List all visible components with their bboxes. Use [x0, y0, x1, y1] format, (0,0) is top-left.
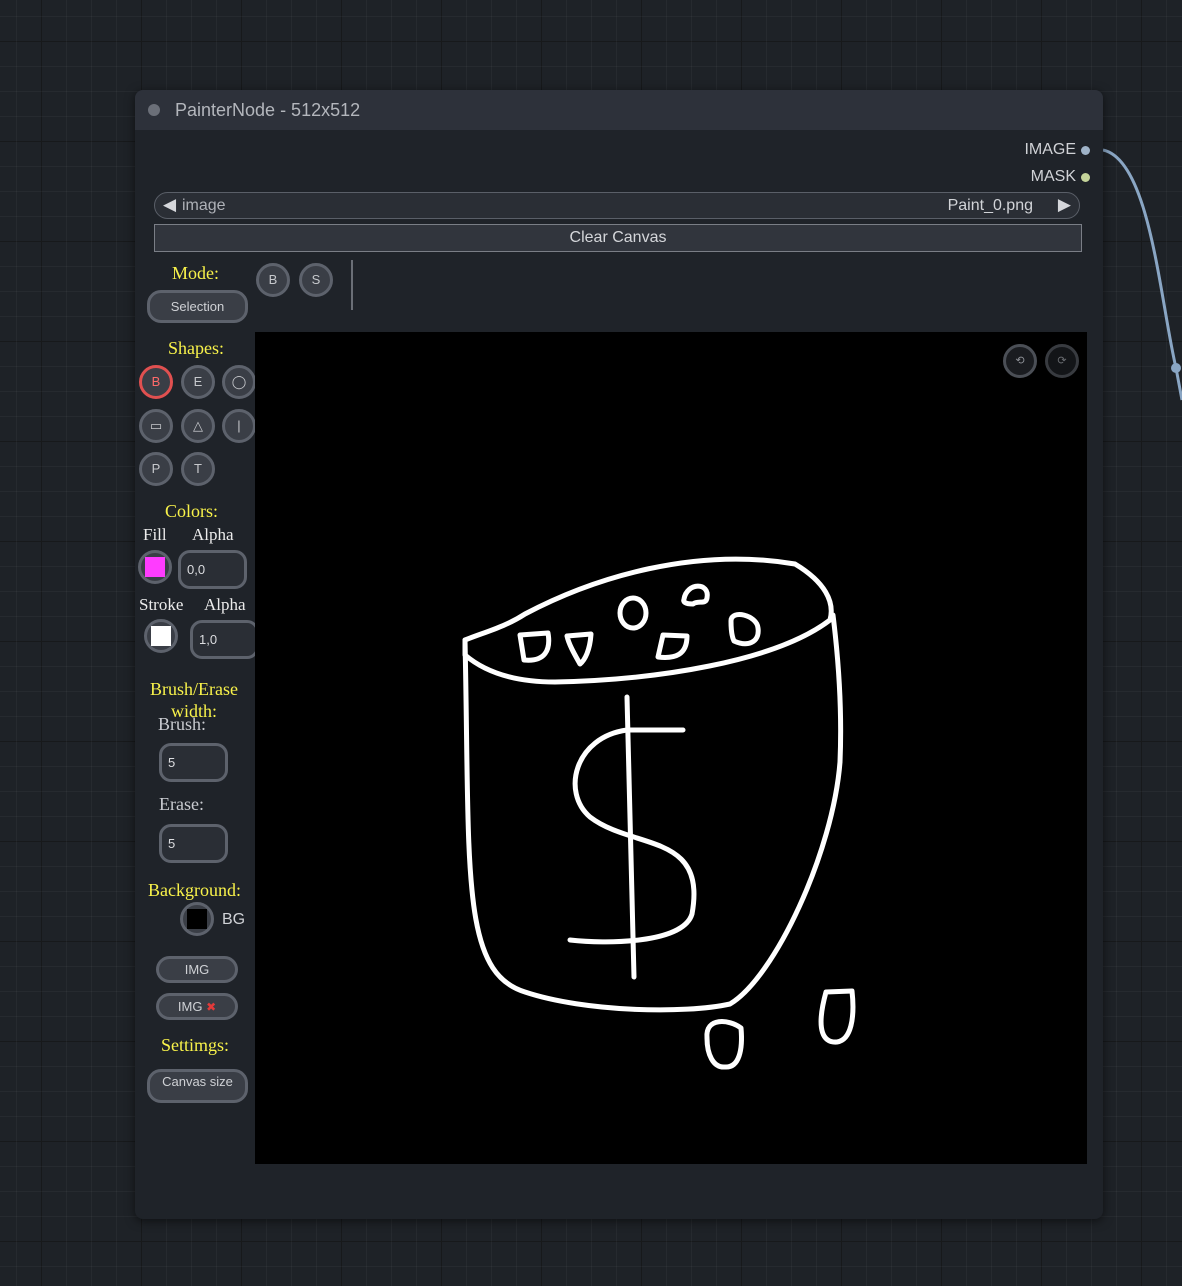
node-title-bar[interactable]: PainterNode - 512x512 [135, 90, 1103, 130]
brush-width-input[interactable]: 5 [159, 743, 228, 782]
brush-shape-button[interactable]: B [139, 365, 173, 399]
coin-stroke [728, 612, 761, 647]
coin-stroke [818, 988, 856, 1045]
coin-stroke [704, 1019, 744, 1070]
stroke-alpha-input[interactable]: 1,0 [190, 620, 259, 659]
erase-width-label: Erase: [159, 794, 204, 814]
painter-node[interactable]: PainterNode - 512x512 IMAGE MASK ◀ image… [135, 90, 1103, 1219]
coin-stroke [517, 630, 552, 663]
selection-tool-button[interactable]: S [299, 263, 333, 297]
polygon-shape-button[interactable]: P [139, 452, 173, 486]
output-slot-dot[interactable] [1081, 173, 1090, 182]
fill-color-swatch [145, 557, 165, 577]
circle-shape-button[interactable]: ◯ [222, 365, 256, 399]
combo-value[interactable]: Paint_0.png [948, 197, 1033, 215]
dollar-bar-stroke [624, 694, 637, 980]
drawing-canvas[interactable]: ⟲ ⟳ [255, 332, 1087, 1164]
redo-icon[interactable]: ⟳ [1045, 344, 1079, 378]
stroke-color-swatch [151, 626, 171, 646]
load-image-button[interactable]: IMG [156, 956, 238, 983]
text-shape-button[interactable]: T [181, 452, 215, 486]
colors-label: Colors: [165, 501, 219, 521]
stroke-alpha-label: Alpha [204, 595, 246, 614]
bg-color-picker[interactable] [180, 902, 214, 936]
settings-label: Settimgs: [161, 1035, 230, 1055]
remove-image-button[interactable]: IMG ✖ [156, 993, 238, 1020]
clear-canvas-button[interactable]: Clear Canvas [154, 224, 1082, 252]
remove-x-icon: ✖ [206, 1000, 217, 1014]
combo-name: image [182, 197, 226, 214]
toolbar-separator [351, 260, 353, 310]
remove-image-label: IMG [177, 999, 203, 1014]
coin-stroke [564, 631, 594, 667]
combo-prev-arrow[interactable]: ◀ [163, 195, 176, 215]
canvas-drawing [462, 556, 856, 1070]
canvas-size-button[interactable]: Canvas size [147, 1069, 248, 1103]
erase-shape-button[interactable]: E [181, 365, 215, 399]
bg-color-swatch [187, 909, 207, 929]
brush-mode-button[interactable]: B [256, 263, 290, 297]
node-title: PainterNode - 512x512 [175, 100, 361, 120]
fill-label: Fill [143, 525, 167, 544]
shapes-label: Shapes: [168, 338, 224, 358]
erase-width-input[interactable]: 5 [159, 824, 228, 863]
selection-mode-button[interactable]: Selection [147, 290, 248, 323]
mode-label: Mode: [172, 263, 219, 283]
stroke-color-picker[interactable] [144, 619, 178, 653]
fill-alpha-input[interactable]: 0,0 [178, 550, 247, 589]
output-slot-dot[interactable] [1081, 146, 1090, 155]
fill-color-picker[interactable] [138, 550, 172, 584]
output-slot-label: IMAGE [1024, 141, 1076, 158]
bucket-rim-stroke [462, 556, 834, 685]
triangle-shape-button[interactable]: △ [181, 409, 215, 443]
coin-stroke [617, 595, 649, 631]
node-collapse-dot[interactable] [148, 104, 160, 116]
stroke-label: Stroke [139, 595, 184, 614]
undo-icon[interactable]: ⟲ [1003, 344, 1037, 378]
background-label: Background: [148, 880, 241, 900]
output-slot-label: MASK [1030, 168, 1076, 185]
image-combo-widget[interactable]: ◀ image Paint_0.png ▶ [154, 192, 1080, 219]
rectangle-shape-button[interactable]: ▭ [139, 409, 173, 443]
bg-label: BG [222, 911, 246, 928]
combo-next-arrow[interactable]: ▶ [1058, 195, 1071, 215]
line-shape-button[interactable]: | [222, 409, 256, 443]
fill-alpha-label: Alpha [192, 525, 234, 544]
brush-width-label: Brush: [158, 714, 207, 734]
coin-stroke [681, 583, 710, 607]
coin-stroke [655, 632, 690, 660]
